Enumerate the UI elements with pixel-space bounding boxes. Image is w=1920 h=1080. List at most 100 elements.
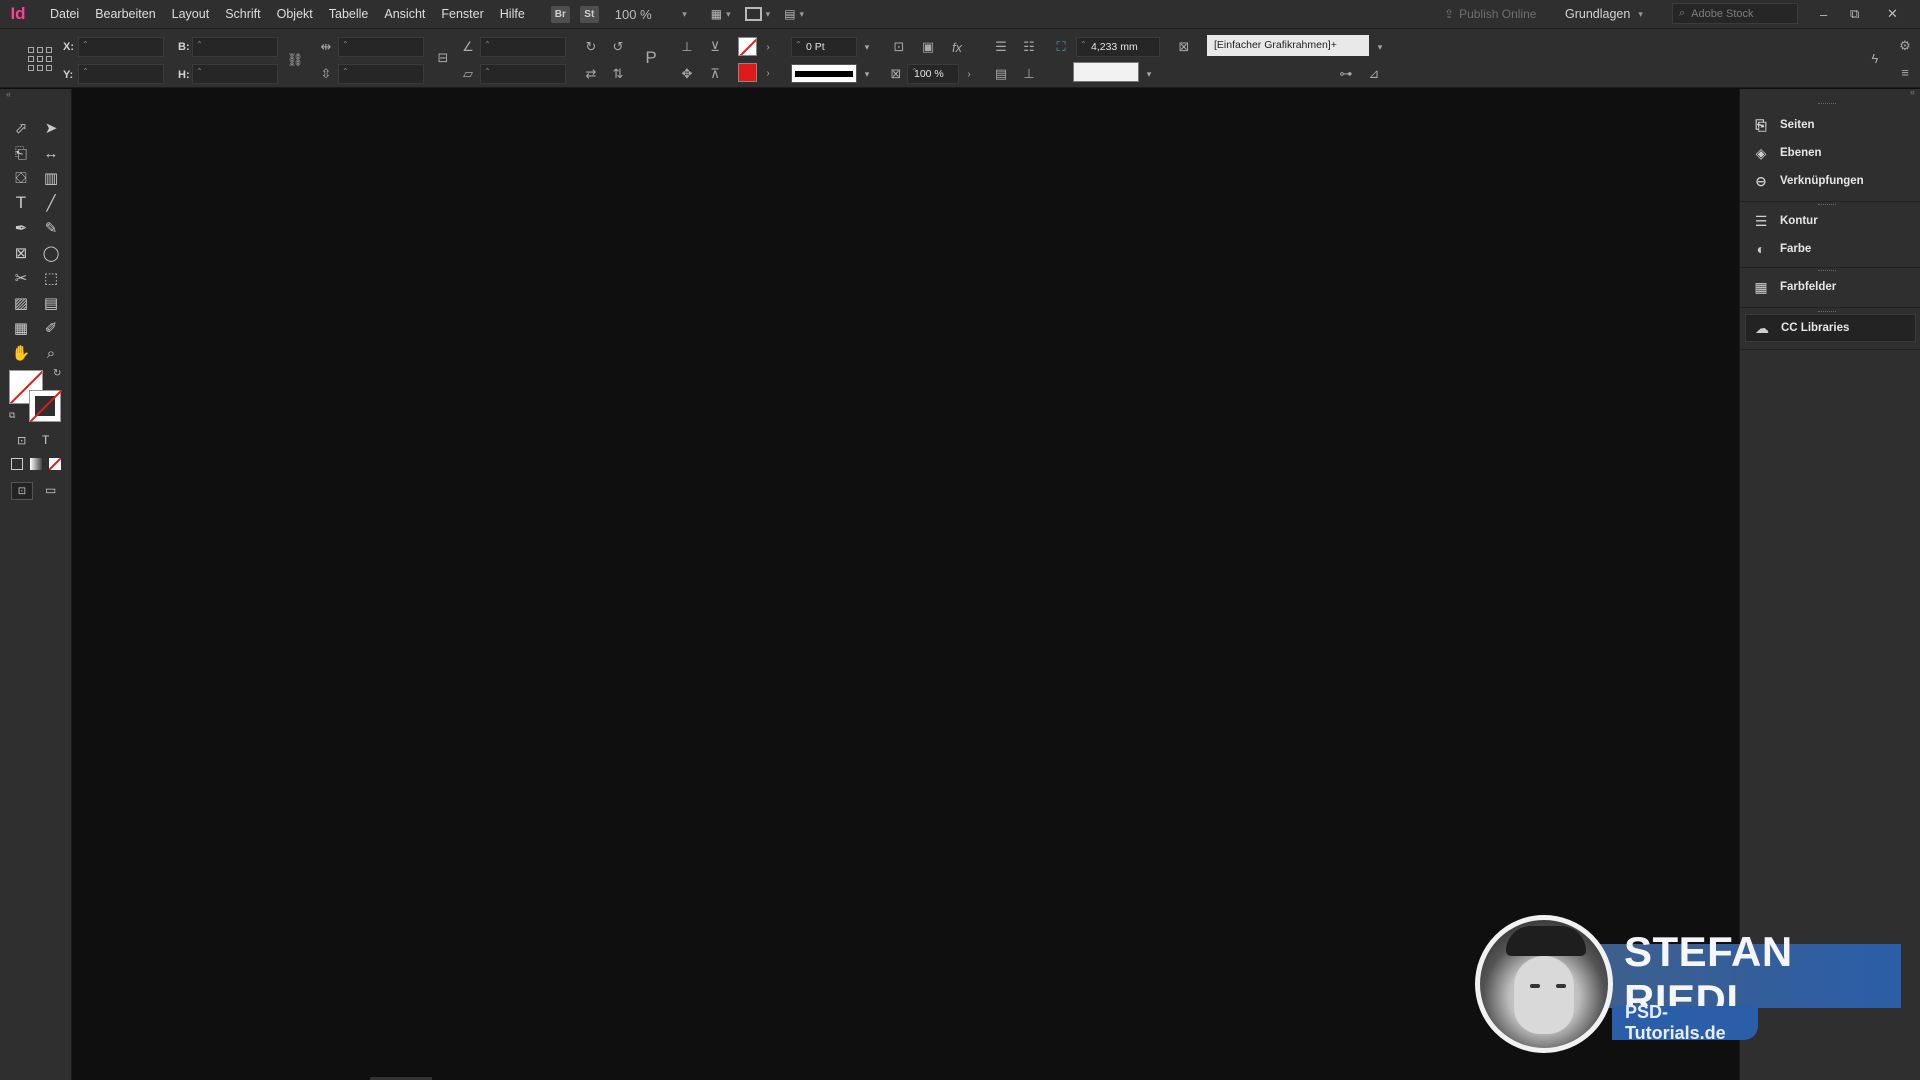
bridge-button[interactable]: Br	[550, 5, 570, 23]
rotate-ccw-icon[interactable]: ↺	[609, 38, 627, 56]
edit-style-icon[interactable]: ⊿	[1365, 65, 1383, 83]
content-collector-icon[interactable]: ⛋	[9, 167, 33, 189]
eyedropper-tool-icon[interactable]: ✐	[39, 317, 63, 339]
menu-schrift[interactable]: Schrift	[217, 0, 268, 28]
selection-tool-icon[interactable]: ⬀	[9, 117, 33, 139]
chevron-down-icon[interactable]: ▾	[1371, 38, 1389, 56]
chevron-right-icon[interactable]: ›	[960, 65, 978, 83]
reference-point-grid[interactable]	[28, 47, 52, 71]
line-tool-icon[interactable]: ╱	[39, 192, 63, 214]
select-previous-icon[interactable]: ⊻	[706, 38, 724, 56]
zoom-level-dropdown[interactable]: 100 % ▾	[615, 7, 687, 22]
rotate-cw-icon[interactable]: ↻	[582, 38, 600, 56]
fill-stroke-proxy[interactable]: ↻ ⧉	[9, 368, 65, 426]
panel-group-grip[interactable]	[1818, 270, 1836, 272]
distribute-icon[interactable]: ▤	[992, 65, 1010, 83]
pen-tool-icon[interactable]: ✒	[9, 217, 33, 239]
menu-objekt[interactable]: Objekt	[269, 0, 321, 28]
rectangle-frame-tool-icon[interactable]: ⊠	[9, 242, 33, 264]
content-placer-icon[interactable]: ▥	[39, 167, 63, 189]
formatting-text-icon[interactable]: T	[42, 433, 49, 447]
page-tool-icon[interactable]: ⎗	[9, 142, 33, 164]
select-content-icon[interactable]: ✥	[678, 65, 696, 83]
chevron-down-icon[interactable]: ▾	[858, 65, 876, 83]
panel-button-farbe[interactable]: ◐ Farbe	[1745, 235, 1916, 263]
view-options-dropdown[interactable]: ▦ ▾	[711, 7, 731, 21]
auto-fit-icon[interactable]: ⛶	[1052, 38, 1070, 56]
free-transform-tool-icon[interactable]: ⬚	[39, 267, 63, 289]
arrange-documents-dropdown[interactable]: ▤ ▾	[784, 7, 804, 21]
menu-hilfe[interactable]: Hilfe	[492, 0, 533, 28]
expand-panels-icon[interactable]: «	[1740, 87, 1920, 101]
workspace-switcher[interactable]: Grundlagen ▾	[1565, 0, 1643, 28]
chevron-down-icon[interactable]: ▾	[858, 38, 876, 56]
gradient-feather-tool-icon[interactable]: ▤	[39, 292, 63, 314]
width-field[interactable]	[192, 36, 278, 57]
panel-button-verknuepfungen[interactable]: ⊖ Verknüpfungen	[1745, 167, 1916, 195]
type-tool-icon[interactable]: T	[9, 192, 33, 214]
y-position-field[interactable]	[78, 63, 164, 84]
collapse-panel-icon[interactable]: «	[6, 89, 11, 99]
zoom-tool-icon[interactable]: ⌕	[39, 342, 63, 364]
screen-mode-icon[interactable]: ▭	[45, 483, 56, 497]
rotation-field[interactable]	[480, 36, 566, 57]
apply-color-icon[interactable]	[11, 458, 23, 470]
stroke-color-box[interactable]	[29, 390, 61, 422]
document-canvas[interactable]	[73, 89, 1738, 1080]
restore-button[interactable]: ⧉	[1850, 0, 1859, 28]
menu-ansicht[interactable]: Ansicht	[376, 0, 433, 28]
shear-field[interactable]	[480, 63, 566, 84]
chevron-right-icon[interactable]: ›	[759, 38, 777, 56]
stroke-swatch[interactable]	[738, 63, 757, 82]
panel-button-ebenen[interactable]: ◈ Ebenen	[1745, 139, 1916, 167]
menu-fenster[interactable]: Fenster	[433, 0, 491, 28]
note-tool-icon[interactable]: ▦	[9, 317, 33, 339]
gradient-swatch-tool-icon[interactable]: ▨	[9, 292, 33, 314]
panel-button-kontur[interactable]: ☰ Kontur	[1745, 207, 1916, 235]
panel-button-cc-libraries[interactable]: ☁ CC Libraries	[1745, 314, 1916, 342]
swap-fill-stroke-icon[interactable]: ↻	[53, 368, 61, 379]
panel-group-grip[interactable]	[1818, 103, 1836, 105]
constrain-scale-icon[interactable]: ⊟	[434, 49, 452, 67]
flip-horizontal-icon[interactable]: ⇄	[582, 65, 600, 83]
clear-overrides-icon[interactable]: ⊶	[1337, 65, 1355, 83]
align-left-icon[interactable]: ☰	[992, 38, 1010, 56]
formatting-container-icon[interactable]: ⊡	[17, 434, 26, 447]
menu-layout[interactable]: Layout	[164, 0, 218, 28]
object-style-dropdown[interactable]: [Einfacher Grafikrahmen]+	[1207, 35, 1369, 56]
gap-field[interactable]: 4,233 mm	[1076, 36, 1160, 57]
chevron-down-icon[interactable]: ▾	[1140, 65, 1158, 83]
gear-icon[interactable]: ⚙	[1896, 37, 1914, 55]
screen-mode-dropdown[interactable]: ▾	[744, 7, 770, 21]
flip-vertical-icon[interactable]: ⇅	[609, 65, 627, 83]
select-next-icon[interactable]: ⊼	[706, 65, 724, 83]
default-fill-stroke-icon[interactable]: ⧉	[9, 410, 15, 421]
scissors-tool-icon[interactable]: ✂	[9, 267, 33, 289]
close-button[interactable]: ✕	[1887, 0, 1898, 28]
pencil-tool-icon[interactable]: ✎	[39, 217, 63, 239]
gap-tool-icon[interactable]: ↔	[39, 142, 63, 164]
stroke-type-selector[interactable]	[791, 64, 857, 83]
effects-fx-icon[interactable]: fx	[948, 38, 966, 56]
panel-group-grip[interactable]	[1818, 204, 1836, 206]
direct-selection-tool-icon[interactable]: ➤	[39, 117, 63, 139]
fill-swatch[interactable]	[738, 37, 757, 56]
stock-button[interactable]: St	[579, 5, 599, 23]
panel-button-seiten[interactable]: ⎘ Seiten	[1745, 111, 1916, 139]
scale-x-field[interactable]	[338, 36, 424, 57]
stroke-weight-field[interactable]: 0 Pt	[791, 36, 857, 57]
apply-gradient-icon[interactable]	[30, 458, 42, 470]
align-bottom-icon[interactable]: ⊥	[1020, 65, 1038, 83]
ellipse-tool-icon[interactable]: ◯	[39, 242, 63, 264]
apply-none-icon[interactable]	[49, 458, 61, 470]
align-center-icon[interactable]: ☷	[1020, 38, 1038, 56]
normal-view-mode-icon[interactable]: ⊡	[11, 482, 33, 500]
frame-fitting-icon[interactable]: ⊡	[890, 38, 908, 56]
menu-datei[interactable]: Datei	[42, 0, 87, 28]
panel-button-farbfelder[interactable]: ▦ Farbfelder	[1745, 273, 1916, 301]
hand-tool-icon[interactable]: ✋	[9, 342, 33, 364]
select-container-icon[interactable]: ⊥	[678, 38, 696, 56]
chevron-right-icon[interactable]: ›	[759, 64, 777, 82]
panel-menu-icon[interactable]: ≡	[1896, 63, 1914, 81]
menu-bearbeiten[interactable]: Bearbeiten	[87, 0, 163, 28]
